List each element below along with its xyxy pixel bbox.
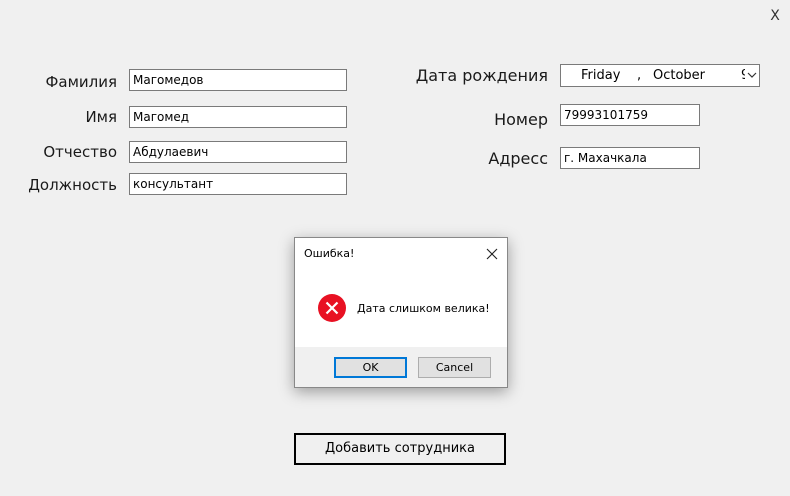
dialog-title: Ошибка!	[304, 247, 355, 260]
address-input[interactable]: г. Махачкала	[560, 147, 700, 169]
dialog-message: Дата слишком велика!	[357, 302, 490, 315]
window-close-button[interactable]: X	[768, 8, 782, 24]
address-label: Адресс	[488, 149, 548, 168]
position-input[interactable]: консультант	[129, 173, 347, 195]
name-input[interactable]: Магомед	[129, 106, 347, 128]
birthdate-weekday: Friday	[581, 68, 621, 83]
birthdate-label: Дата рождения	[415, 66, 548, 85]
phone-label: Номер	[494, 110, 548, 129]
add-employee-button[interactable]: Добавить сотрудника	[294, 433, 506, 465]
dialog-footer: OK Cancel	[295, 347, 507, 387]
birthdate-month: October	[653, 68, 706, 83]
chevron-down-icon[interactable]	[745, 65, 759, 86]
patronymic-label: Отчество	[43, 143, 117, 161]
patronymic-input[interactable]: Абдулаевич	[129, 141, 347, 163]
ok-button[interactable]: OK	[334, 357, 407, 378]
birthdate-separator: ,	[637, 68, 642, 83]
surname-input[interactable]: Магомедов	[129, 69, 347, 91]
error-dialog: Ошибка! Дата слишком велика! OK Cancel	[294, 237, 508, 388]
cancel-button[interactable]: Cancel	[418, 357, 491, 378]
birthdate-picker[interactable]: Friday , October 9, 2	[560, 64, 760, 87]
phone-input[interactable]: 79993101759	[560, 104, 700, 126]
name-label: Имя	[85, 108, 117, 126]
dialog-close-icon[interactable]	[483, 245, 501, 263]
error-icon	[317, 293, 347, 323]
surname-label: Фамилия	[45, 73, 117, 91]
position-label: Должность	[28, 176, 117, 194]
